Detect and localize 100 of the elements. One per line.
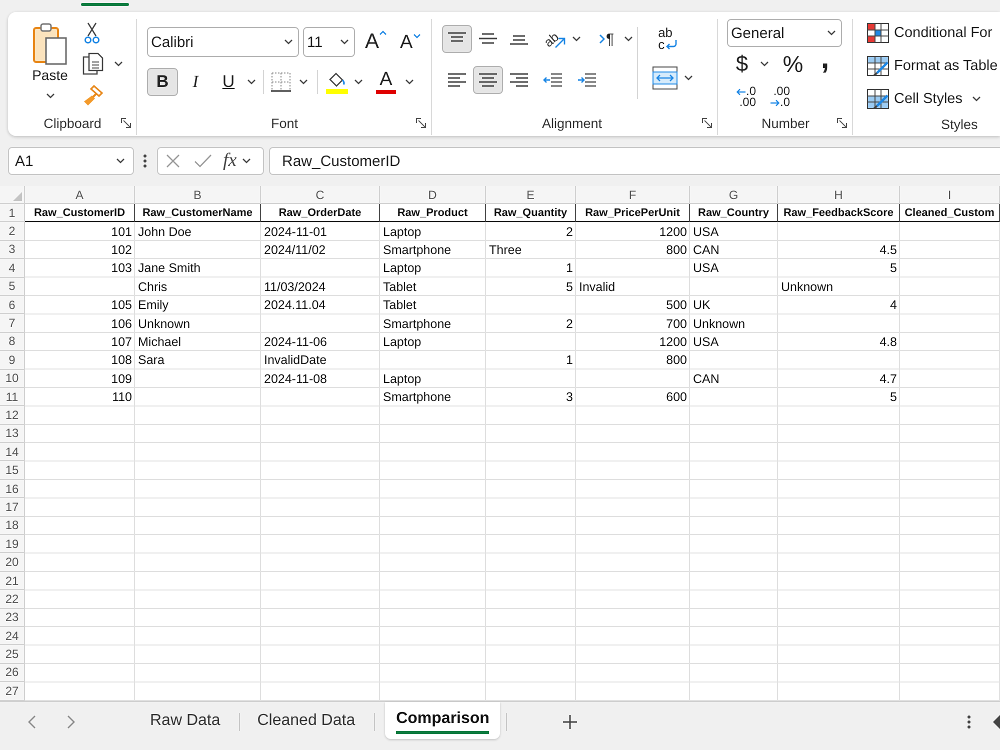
cancel-icon[interactable] <box>166 154 180 168</box>
currency-button[interactable]: $ <box>732 51 752 77</box>
more-options-icon[interactable] <box>143 154 147 168</box>
table-cell-text: 2024.11.04 <box>263 297 327 314</box>
chevron-down-icon <box>972 96 980 102</box>
dialog-launcher-icon[interactable] <box>837 118 847 128</box>
column-header[interactable]: B <box>135 186 261 204</box>
chevron-right-icon[interactable] <box>67 715 75 729</box>
comma-style-button[interactable]: , <box>817 51 833 77</box>
sheet-tab[interactable]: Cleaned Data <box>246 702 366 742</box>
plus-icon[interactable] <box>562 714 578 730</box>
row-number: 8 <box>0 332 25 352</box>
chevron-down-icon[interactable] <box>405 79 414 85</box>
text-direction-button[interactable]: ¶ <box>595 25 618 53</box>
chevron-down-icon[interactable] <box>572 36 581 42</box>
chevron-down-icon[interactable] <box>247 79 256 85</box>
decrease-decimal-button[interactable]: .00 .0 <box>765 84 791 110</box>
table-cell-text: 1 <box>565 260 574 278</box>
return-arrow-icon <box>664 40 677 50</box>
align-center-icon <box>478 73 498 87</box>
row-number: 14 <box>0 443 25 462</box>
wrap-text-button[interactable]: ab c <box>652 25 682 53</box>
more-options-icon[interactable] <box>967 715 971 729</box>
row-number: 16 <box>0 480 25 498</box>
table-cell-text: Michael <box>137 334 182 351</box>
dialog-launcher-icon[interactable] <box>121 118 131 128</box>
paintbrush-icon[interactable] <box>82 84 104 106</box>
copy-icon[interactable] <box>82 52 104 76</box>
align-top-button[interactable] <box>442 25 472 53</box>
cell-styles-button[interactable]: Cell Styles <box>864 85 984 113</box>
column-header[interactable]: H <box>778 186 900 204</box>
chevron-down-icon[interactable] <box>684 75 694 81</box>
borders-icon[interactable] <box>271 72 291 92</box>
column-header[interactable]: C <box>261 186 380 204</box>
header-cell: Raw_PricePerUnit <box>576 204 690 222</box>
paste-button[interactable]: Paste <box>24 19 76 100</box>
font-color-button[interactable]: A <box>374 68 398 96</box>
chevron-down-icon[interactable] <box>624 36 634 42</box>
table-cell-text: 2 <box>565 316 574 333</box>
chevron-down-icon[interactable] <box>242 158 251 164</box>
chevron-down-icon <box>116 158 125 164</box>
chevron-down-icon <box>46 93 54 99</box>
table-cell-text: 2024/11/02 <box>263 242 327 259</box>
name-box[interactable]: A1 <box>8 147 134 175</box>
row-number: 25 <box>0 645 25 664</box>
column-header[interactable]: G <box>690 186 778 204</box>
dialog-launcher-icon[interactable] <box>702 118 712 128</box>
table-cell-text: Invalid <box>578 278 616 296</box>
chevron-down-icon[interactable] <box>760 61 769 67</box>
orientation-button[interactable]: ab <box>540 25 570 53</box>
font-name-dropdown[interactable]: Calibri <box>147 27 299 57</box>
chevron-down-icon[interactable] <box>114 61 123 67</box>
underline-button[interactable]: U <box>213 68 244 96</box>
check-icon[interactable] <box>194 154 212 168</box>
chevron-left-icon[interactable] <box>28 715 36 729</box>
table-cell-text: Laptop <box>382 224 422 241</box>
column-header[interactable]: I <box>900 186 1000 204</box>
table-cell-text: Smartphone <box>382 389 452 406</box>
dialog-launcher-icon[interactable] <box>416 118 426 128</box>
row-number: 21 <box>0 572 25 590</box>
group-label: Number <box>761 116 810 130</box>
align-center-button[interactable] <box>473 66 503 94</box>
chevron-down-icon[interactable] <box>299 79 308 85</box>
increase-decimal-button[interactable]: .0 .00 <box>731 84 757 110</box>
align-middle-icon <box>478 32 498 46</box>
percent-button[interactable]: % <box>780 51 806 77</box>
number-format-dropdown[interactable]: General <box>727 19 842 47</box>
scroll-arrow-icon[interactable] <box>993 715 1000 729</box>
italic-button[interactable]: I <box>180 68 211 96</box>
row-number: 19 <box>0 535 25 554</box>
sheet-tab[interactable]: Comparison <box>385 702 500 739</box>
merge-cells-icon[interactable] <box>652 66 678 90</box>
increase-indent-icon[interactable] <box>577 73 597 87</box>
chevron-down-icon[interactable] <box>354 79 363 85</box>
scissors-icon[interactable] <box>84 22 100 44</box>
caret-down-icon <box>412 34 421 39</box>
table-cell-text: 101 <box>110 224 133 241</box>
table-cell-text: 800 <box>665 242 688 259</box>
table-cell-text: 1200 <box>658 334 688 351</box>
format-as-table-button[interactable]: Format as Table <box>864 52 1000 80</box>
header-cell: Raw_Country <box>690 204 778 222</box>
font-size-dropdown[interactable]: 11 <box>303 27 355 57</box>
formula-field[interactable]: Raw_CustomerID <box>269 147 1000 175</box>
insert-function-button[interactable]: fx <box>220 148 240 174</box>
grow-font-button[interactable]: A <box>364 27 388 57</box>
table-cell-text: 2024-11-08 <box>263 370 328 388</box>
table-cell-text: 500 <box>665 297 688 314</box>
column-header[interactable]: D <box>380 186 486 204</box>
column-header[interactable]: E <box>486 186 576 204</box>
decrease-indent-icon[interactable] <box>543 73 563 87</box>
shrink-font-button[interactable]: A <box>399 27 422 57</box>
paint-bucket-icon[interactable] <box>326 70 348 94</box>
align-right-icon <box>509 73 529 87</box>
column-header[interactable]: F <box>576 186 690 204</box>
table-cell-text: Unknown <box>692 316 746 333</box>
header-cell: Raw_Product <box>380 204 486 222</box>
bold-button[interactable]: B <box>147 68 178 96</box>
sheet-tab[interactable]: Raw Data <box>139 702 232 742</box>
conditional-formatting-button[interactable]: Conditional For <box>864 19 996 47</box>
column-header[interactable]: A <box>25 186 135 204</box>
